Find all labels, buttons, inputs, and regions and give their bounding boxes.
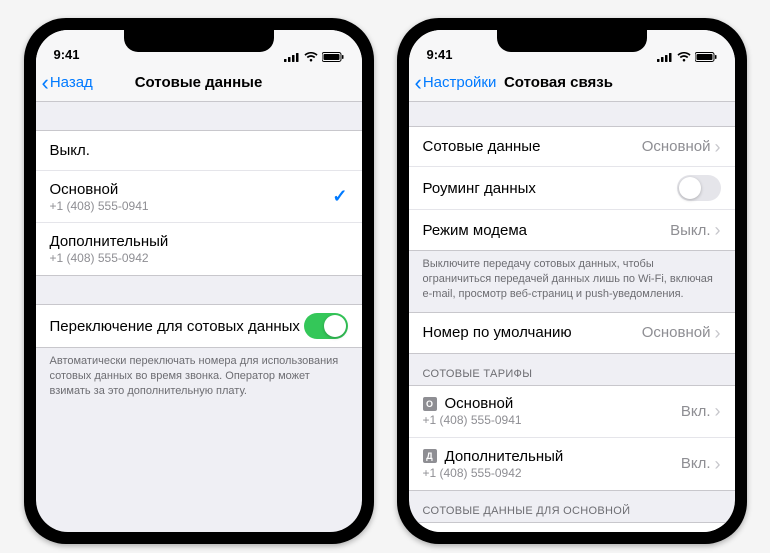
off-row[interactable]: Выкл. (36, 131, 362, 171)
default-line-row[interactable]: Номер по умолчанию Основной › (409, 313, 735, 353)
nav-bar: ‹ Назад Сотовые данные (36, 64, 362, 102)
back-label: Настройки (423, 74, 497, 91)
wifi-icon (304, 52, 318, 62)
cellular-group: Сотовые данные Основной › Роуминг данных… (409, 126, 735, 251)
plan-row-secondary[interactable]: Д Дополнительный +1 (408) 555-0942 Вкл. … (409, 438, 735, 490)
switching-toggle[interactable] (304, 313, 348, 339)
notch (497, 30, 647, 52)
sim-name: Основной (50, 181, 333, 198)
sim-phone: +1 (408) 555-0941 (50, 199, 333, 213)
default-line-label: Номер по умолчанию (423, 324, 572, 341)
status-time: 9:41 (427, 47, 453, 62)
screen-left: 9:41 ‹ Назад Сотовые данные (36, 30, 362, 532)
hotspot-label: Режим модема (423, 222, 528, 239)
chevron-right-icon: › (715, 221, 721, 239)
page-title: Сотовые данные (135, 74, 263, 91)
phone-frame-left: 9:41 ‹ Назад Сотовые данные (24, 18, 374, 544)
sim-name: Дополнительный (50, 233, 348, 250)
chevron-right-icon: › (715, 455, 721, 473)
content-left: Выкл. Основной +1 (408) 555-0941 ✓ Допол… (36, 102, 362, 409)
checkmark-icon: ✓ (332, 186, 347, 207)
chevron-right-icon: › (715, 402, 721, 420)
page-title: Сотовая связь (504, 74, 613, 91)
signal-icon (284, 52, 300, 62)
battery-icon (322, 52, 344, 62)
roaming-label: Роуминг данных (423, 180, 536, 197)
chevron-left-icon: ‹ (415, 72, 422, 94)
chevron-left-icon: ‹ (42, 72, 49, 94)
plan-row-primary[interactable]: О Основной +1 (408) 555-0941 Вкл. › (409, 386, 735, 438)
cellular-data-value: Основной (642, 138, 711, 155)
signal-icon (657, 52, 673, 62)
switch-group: Переключение для сотовых данных (36, 304, 362, 348)
notch (124, 30, 274, 52)
sim-badge-icon: Д (423, 449, 437, 463)
chevron-right-icon: › (715, 138, 721, 156)
phone-frame-right: 9:41 ‹ Настройки Сотовая связь (397, 18, 747, 544)
plan-phone: +1 (408) 555-0942 (423, 466, 681, 480)
off-label: Выкл. (50, 142, 90, 159)
cellular-data-label: Сотовые данные (423, 138, 541, 155)
status-time: 9:41 (54, 47, 80, 62)
plans-group: О Основной +1 (408) 555-0941 Вкл. › Д (409, 385, 735, 491)
plan-name: Основной (445, 395, 514, 412)
hotspot-value: Выкл. (670, 222, 710, 239)
plan-phone: +1 (408) 555-0941 (423, 413, 681, 427)
cellular-footer: Выключите передачу сотовых данных, чтобы… (409, 251, 735, 312)
sim-phone: +1 (408) 555-0942 (50, 251, 348, 265)
switching-footer: Автоматически переключать номера для исп… (36, 348, 362, 409)
nav-bar: ‹ Настройки Сотовая связь (409, 64, 735, 102)
roaming-row[interactable]: Роуминг данных (409, 167, 735, 210)
usage-header: СОТОВЫЕ ДАННЫЕ ДЛЯ ОСНОВНОЙ (409, 491, 735, 522)
content-right: Сотовые данные Основной › Роуминг данных… (409, 102, 735, 532)
cellular-data-row[interactable]: Сотовые данные Основной › (409, 127, 735, 167)
usage-row[interactable]: Текущий период 56,8 КБ (409, 523, 735, 532)
back-button[interactable]: ‹ Назад (42, 72, 93, 94)
sim-row-primary[interactable]: Основной +1 (408) 555-0941 ✓ (36, 171, 362, 223)
chevron-right-icon: › (715, 324, 721, 342)
hotspot-row[interactable]: Режим модема Выкл. › (409, 210, 735, 250)
cellular-switching-row[interactable]: Переключение для сотовых данных (36, 305, 362, 347)
plan-value: Вкл. (681, 455, 711, 472)
wifi-icon (677, 52, 691, 62)
back-button[interactable]: ‹ Настройки (415, 72, 497, 94)
back-label: Назад (50, 74, 93, 91)
plan-value: Вкл. (681, 403, 711, 420)
sim-selection-group: Выкл. Основной +1 (408) 555-0941 ✓ Допол… (36, 130, 362, 276)
screen-right: 9:41 ‹ Настройки Сотовая связь (409, 30, 735, 532)
sim-row-secondary[interactable]: Дополнительный +1 (408) 555-0942 (36, 223, 362, 275)
battery-icon (695, 52, 717, 62)
default-line-value: Основной (642, 324, 711, 341)
switching-label: Переключение для сотовых данных (50, 318, 300, 335)
sim-badge-icon: О (423, 397, 437, 411)
roaming-toggle[interactable] (677, 175, 721, 201)
plans-header: СОТОВЫЕ ТАРИФЫ (409, 354, 735, 385)
plan-name: Дополнительный (445, 448, 564, 465)
default-line-group: Номер по умолчанию Основной › (409, 312, 735, 354)
usage-group: Текущий период 56,8 КБ (409, 522, 735, 532)
